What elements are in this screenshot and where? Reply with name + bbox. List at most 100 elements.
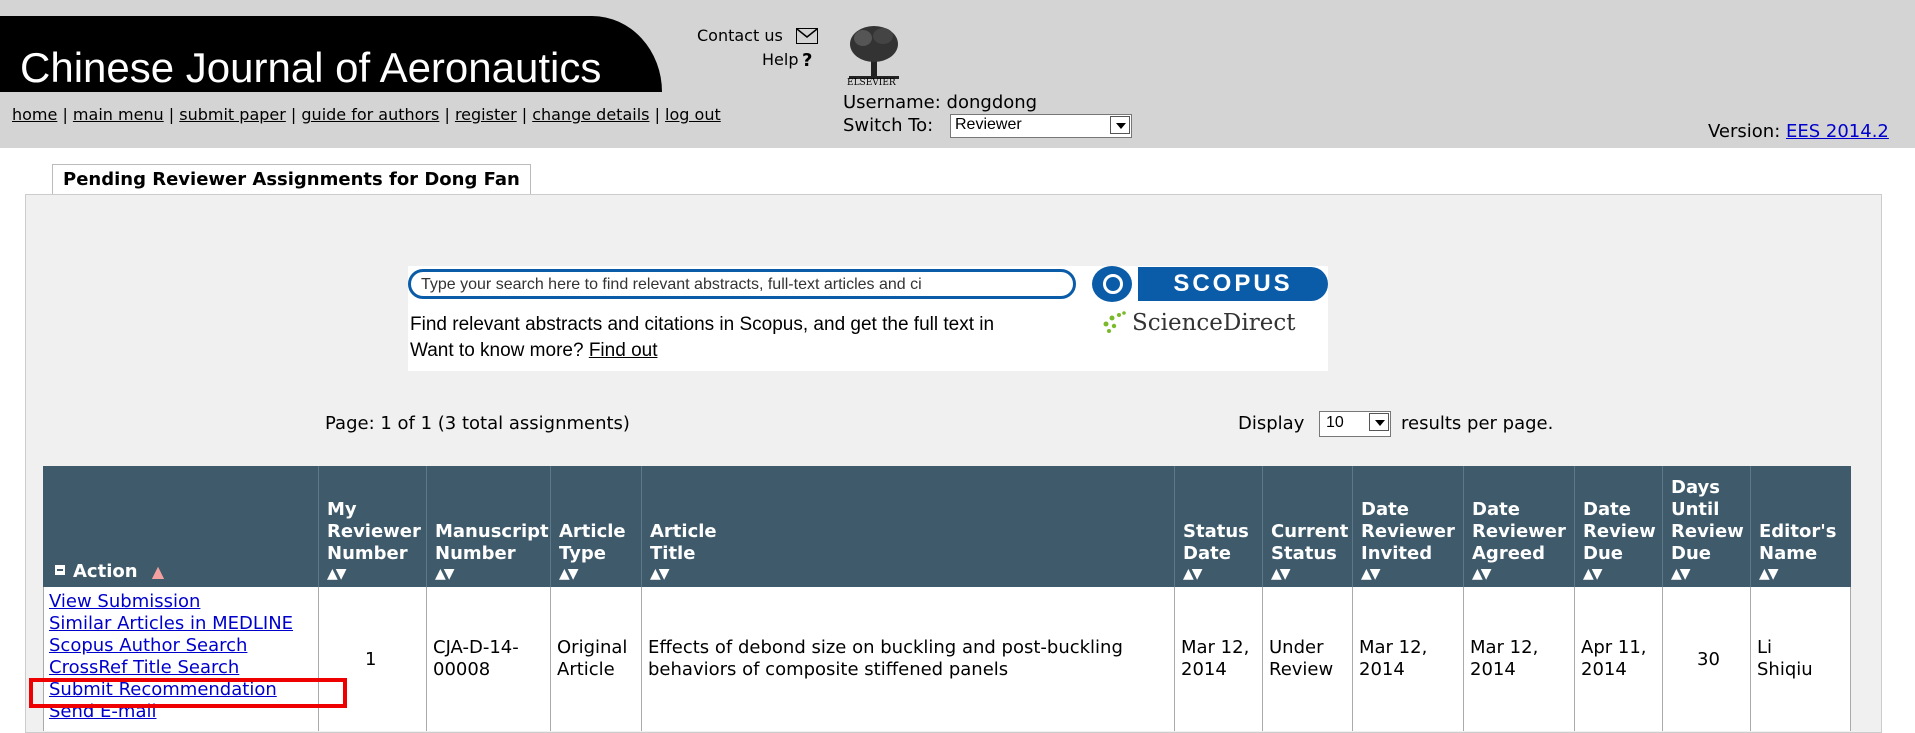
version-link[interactable]: EES 2014.2 (1786, 121, 1889, 142)
scopus-description: Find relevant abstracts and citations in… (410, 314, 995, 335)
header-date-invited[interactable]: Date Reviewer Invited ▲▼ (1353, 466, 1464, 587)
page-info: Page: 1 of 1 (3 total assignments) (325, 413, 630, 434)
date-invited-value: Mar 12, 2014 (1359, 637, 1428, 680)
sort-arrows-icon[interactable]: ▲▼ (1583, 563, 1602, 585)
sort-arrows-icon[interactable]: ▲▼ (327, 563, 346, 585)
header-days-until-due[interactable]: Days Until Review Due ▲▼ (1663, 466, 1751, 587)
sort-arrows-icon[interactable]: ▲▼ (1759, 563, 1778, 585)
sciencedirect-icon (1103, 311, 1126, 333)
top-navigation: home | main menu | submit paper | guide … (12, 105, 721, 124)
header-manuscript-number[interactable]: Manuscript Number ▲▼ (427, 466, 551, 587)
header-date-agreed-label: Date Reviewer Agreed (1472, 499, 1566, 564)
header-action-label: Action (73, 561, 138, 582)
envelope-icon[interactable] (796, 28, 818, 44)
scopus-more-label: Want to know more? (410, 340, 584, 361)
manuscript-number-cell: CJA-D-14- 00008 (427, 587, 551, 731)
username-display: Username: dongdong (843, 92, 1038, 113)
status-date-value: Mar 12, 2014 (1181, 637, 1250, 680)
tab-pending-reviewer-assignments[interactable]: Pending Reviewer Assignments for Dong Fa… (52, 164, 531, 195)
header-date-review-due-label: Date Review Due (1583, 499, 1656, 564)
warning-triangle-icon: ▲ (151, 562, 165, 581)
days-until-due-cell: 30 (1663, 587, 1751, 731)
header-editor-name[interactable]: Editor's Name ▲▼ (1751, 466, 1851, 587)
header-current-status-label: Current Status (1271, 521, 1349, 564)
version-info: Version: EES 2014.2 (1708, 121, 1889, 142)
header-days-until-due-label: Days Until Review Due (1671, 477, 1744, 564)
nav-main-menu[interactable]: main menu (73, 105, 164, 124)
help-icon[interactable]: ? (802, 50, 812, 71)
reviewer-number-value: 1 (365, 649, 377, 670)
header-article-type-label: Article Type (559, 521, 626, 564)
reviewer-number-cell: 1 (319, 587, 427, 731)
scopus-author-search-link[interactable]: Scopus Author Search (49, 635, 293, 657)
results-per-page-select[interactable]: 10 (1319, 411, 1391, 437)
article-type-cell: Original Article (551, 587, 642, 731)
help-link[interactable]: Help (762, 50, 798, 69)
header-manuscript-number-label: Manuscript Number (435, 521, 549, 564)
version-label: Version: (1708, 121, 1781, 142)
minus-box-icon[interactable] (55, 565, 65, 575)
display-label: Display (1238, 413, 1305, 434)
days-until-due-value: 30 (1697, 649, 1720, 670)
article-title-value: Effects of debond size on buckling and p… (648, 637, 1123, 680)
switch-role-value: Reviewer (955, 116, 1022, 133)
nav-change-details[interactable]: change details (532, 105, 649, 124)
sciencedirect-logo: ScienceDirect (1132, 310, 1296, 336)
sort-arrows-icon[interactable]: ▲▼ (559, 563, 578, 585)
nav-guide-for-authors[interactable]: guide for authors (301, 105, 439, 124)
nav-log-out[interactable]: log out (665, 105, 721, 124)
header-status-date[interactable]: Status Date ▲▼ (1175, 466, 1263, 587)
nav-register[interactable]: register (455, 105, 517, 124)
highlight-box (29, 678, 347, 708)
header-reviewer-number[interactable]: My Reviewer Number ▲▼ (319, 466, 427, 587)
editor-name-value: Li Shiqiu (1757, 637, 1813, 680)
magnifier-icon[interactable] (1092, 266, 1132, 302)
crossref-title-search-link[interactable]: CrossRef Title Search (49, 657, 293, 679)
article-title-cell: Effects of debond size on buckling and p… (642, 587, 1175, 731)
date-agreed-cell: Mar 12, 2014 (1464, 587, 1575, 731)
switch-role-label: Switch To: (843, 115, 934, 136)
status-date-cell: Mar 12, 2014 (1175, 587, 1263, 731)
sort-arrows-icon[interactable]: ▲▼ (1183, 563, 1202, 585)
table-row-action-cell: View Submission Similar Articles in MEDL… (43, 587, 319, 731)
nav-submit-paper[interactable]: submit paper (179, 105, 286, 124)
date-due-value: Apr 11, 2014 (1581, 637, 1647, 680)
sort-arrows-icon[interactable]: ▲▼ (435, 563, 454, 585)
current-status-value: Under Review (1269, 637, 1334, 680)
switch-role-select[interactable]: Reviewer (950, 114, 1132, 138)
nav-home[interactable]: home (12, 105, 57, 124)
current-status-cell: Under Review (1263, 587, 1353, 731)
sort-arrows-icon[interactable]: ▲▼ (1472, 563, 1491, 585)
scopus-search-input[interactable]: Type your search here to find relevant a… (408, 269, 1076, 299)
find-out-link[interactable]: Find out (589, 340, 658, 361)
elsevier-logo-text: ELSEVIER (847, 78, 896, 88)
chevron-down-icon[interactable] (1369, 413, 1389, 431)
header-date-agreed[interactable]: Date Reviewer Agreed ▲▼ (1464, 466, 1575, 587)
manuscript-number-value: CJA-D-14- 00008 (433, 637, 519, 680)
chevron-down-icon[interactable] (1110, 116, 1130, 134)
date-due-cell: Apr 11, 2014 (1575, 587, 1663, 731)
header-editor-name-label: Editor's Name (1759, 521, 1837, 564)
sort-arrows-icon[interactable]: ▲▼ (1271, 563, 1290, 585)
scopus-widget: Type your search here to find relevant a… (408, 266, 1328, 371)
header-article-title[interactable]: Article Title ▲▼ (642, 466, 1175, 587)
sort-arrows-icon[interactable]: ▲▼ (1671, 563, 1690, 585)
view-submission-link[interactable]: View Submission (49, 591, 293, 613)
header-date-invited-label: Date Reviewer Invited (1361, 499, 1455, 564)
scopus-logo: SCOPUS (1138, 267, 1328, 301)
display-suffix: results per page. (1401, 413, 1554, 434)
contact-us-link[interactable]: Contact us (697, 26, 783, 45)
results-per-page-value: 10 (1326, 414, 1344, 431)
header-date-review-due[interactable]: Date Review Due ▲▼ (1575, 466, 1663, 587)
similar-articles-link[interactable]: Similar Articles in MEDLINE (49, 613, 293, 635)
sort-arrows-icon[interactable]: ▲▼ (650, 563, 669, 585)
header-reviewer-number-label: My Reviewer Number (327, 499, 421, 564)
header-article-type[interactable]: Article Type ▲▼ (551, 466, 642, 587)
header-article-title-label: Article Title (650, 521, 717, 564)
date-agreed-value: Mar 12, 2014 (1470, 637, 1539, 680)
journal-banner: Chinese Journal of Aeronautics (0, 16, 662, 92)
article-type-value: Original Article (557, 637, 628, 680)
header-action[interactable]: Action ▲ (43, 466, 319, 587)
sort-arrows-icon[interactable]: ▲▼ (1361, 563, 1380, 585)
header-current-status[interactable]: Current Status ▲▼ (1263, 466, 1353, 587)
